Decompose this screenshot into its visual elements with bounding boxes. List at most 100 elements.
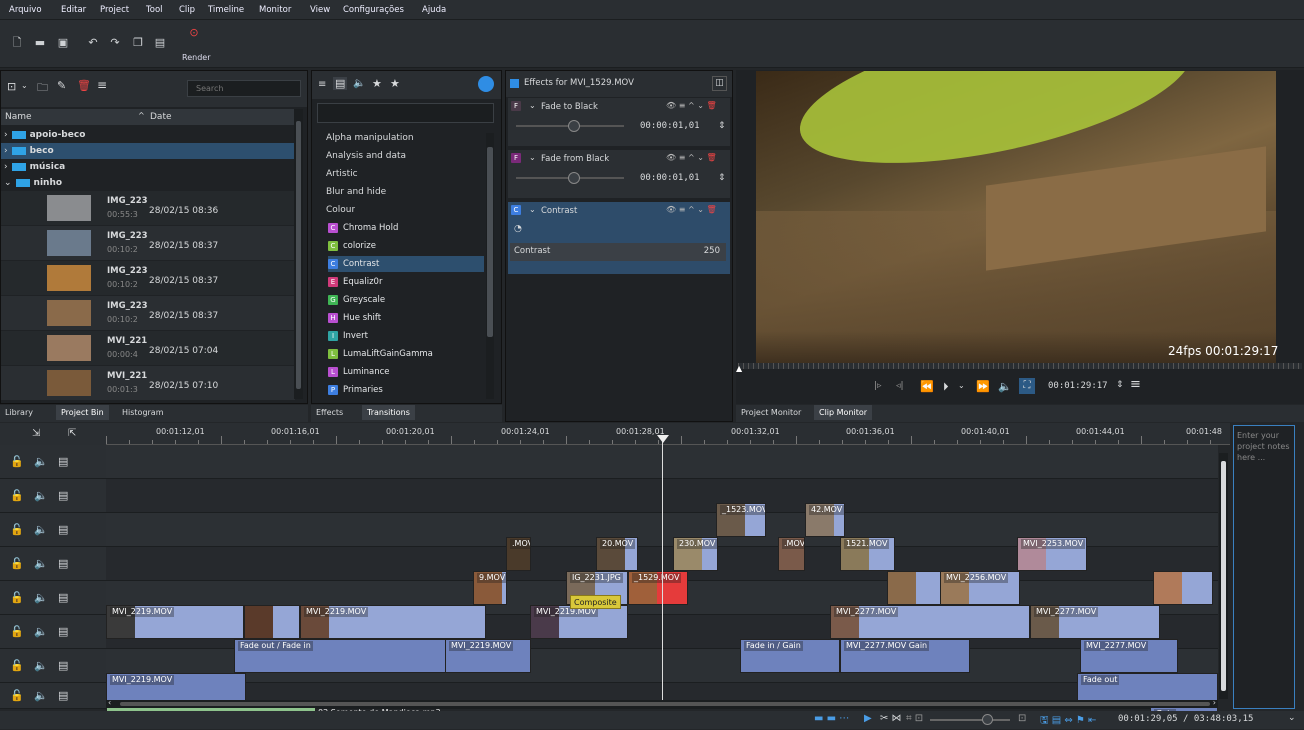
render-button[interactable]: Render (182, 53, 210, 62)
monitor-video[interactable] (756, 71, 1276, 365)
chevron-down-icon[interactable]: ⌄ (21, 81, 28, 90)
effect-actions-icon[interactable]: 👁 ≡ ^ ⌄ 🗑 (666, 101, 717, 110)
timeline-clip[interactable]: 42.MOV (805, 503, 845, 537)
bin-scrollbar[interactable] (294, 109, 303, 399)
lock-icon[interactable]: 🔓 (10, 489, 24, 502)
scrollbar-thumb[interactable] (120, 702, 1210, 706)
spin-icon[interactable]: ⇕ (1116, 380, 1124, 390)
timeline-clip[interactable] (244, 605, 300, 639)
lock-icon[interactable]: 🔓 (10, 591, 24, 604)
timeline-clip[interactable]: MVI_2253.MOV (1017, 537, 1087, 571)
tab-project-bin[interactable]: Project Bin (56, 405, 109, 420)
timeline-clip[interactable]: MVI_2256.MOV (940, 571, 1020, 605)
timeline-clip[interactable]: 230.MOV (673, 537, 718, 571)
chevron-down-icon[interactable]: ⌄ (529, 101, 536, 110)
effect-item[interactable]: L Luminance (328, 364, 484, 380)
open-folder-icon[interactable]: ▬ (33, 36, 47, 50)
rewind-icon[interactable]: ⏪ (920, 380, 934, 393)
redo-icon[interactable]: ↷ (108, 36, 122, 50)
menu-editar[interactable]: Editar (58, 0, 89, 20)
bin-clip-row[interactable]: IMG_223 00:10:2 28/02/15 08:37 (1, 226, 295, 260)
mute-icon[interactable]: 🔈 (34, 591, 48, 604)
slider-handle[interactable] (568, 120, 580, 132)
timeline-clip[interactable]: 1521.MOV (840, 537, 895, 571)
chevron-down-icon[interactable]: ⌄ (529, 205, 536, 214)
video-icon[interactable]: ▤ (58, 523, 68, 536)
effect-item[interactable]: P Primaries (328, 382, 484, 398)
monitor-timecode[interactable]: 00:01:29:17 (1048, 381, 1108, 391)
monitor-ruler[interactable] (738, 363, 1302, 369)
zoom-handle[interactable] (982, 714, 993, 725)
mute-icon[interactable]: 🔈 (34, 523, 48, 536)
effect-duration[interactable]: 00:00:01,01 (640, 121, 700, 131)
effect-category[interactable]: Blur and hide (326, 183, 386, 201)
playhead-marker-icon[interactable] (657, 435, 669, 443)
tab-clip-monitor[interactable]: Clip Monitor (814, 405, 873, 420)
list-view-icon[interactable]: ≡ (318, 79, 326, 90)
timeline-clip[interactable]: MVI_2219.MOV (445, 639, 531, 673)
effect-actions-icon[interactable]: 👁 ≡ ^ ⌄ 🗑 (666, 205, 717, 214)
timeline-clip[interactable]: _1529.MOV (628, 571, 688, 605)
select-tool-icon[interactable]: ▶ (864, 713, 872, 724)
menu-clip[interactable]: Clip (176, 0, 198, 20)
effect-item[interactable]: Ccolorize (328, 238, 484, 254)
effect-category[interactable]: Alpha manipulation (326, 129, 414, 147)
bin-clip-row[interactable]: IMG_223 00:55:3 28/02/15 08:36 (1, 191, 295, 225)
bin-clip-row[interactable]: IMG_223 00:10:2 28/02/15 08:37 (1, 261, 295, 295)
col-name[interactable]: Name (5, 112, 32, 122)
slider-handle[interactable] (568, 172, 580, 184)
tab-transitions[interactable]: Transitions (362, 405, 415, 420)
timeline-clip[interactable]: MVI_2277.MOV (1080, 639, 1178, 673)
play-icon[interactable]: ⏵ (943, 380, 949, 394)
menu-ajuda[interactable]: Ajuda (419, 0, 449, 20)
effects-search-input[interactable] (317, 103, 494, 123)
chevron-down-icon[interactable]: ⌄ (958, 381, 965, 390)
mute-icon[interactable]: 🔈 (34, 659, 48, 672)
param-value[interactable]: 250 (704, 246, 720, 256)
timeline-clip[interactable]: .MOV (778, 537, 805, 571)
bin-clip-row[interactable]: MVI_221 00:01:3 28/02/15 07:10 (1, 366, 295, 400)
keyframe-icon[interactable]: ◔ (514, 224, 522, 234)
menu-configuracoes[interactable]: Configurações (340, 0, 407, 20)
zoom-slider[interactable] (930, 719, 1010, 721)
video-icon[interactable]: ▤ (58, 591, 68, 604)
folder-icon[interactable]: 🗀 (37, 79, 48, 98)
bin-search-input[interactable] (187, 80, 301, 97)
effect-item[interactable]: H Hue shift (328, 310, 484, 326)
effect-category[interactable]: Colour (326, 201, 355, 219)
timeline-clip[interactable]: 20.MOV (596, 537, 638, 571)
effect-item[interactable]: C Chroma Hold (328, 220, 484, 236)
new-file-icon[interactable]: 🗋 (10, 36, 24, 50)
effect-category[interactable]: Analysis and data (326, 147, 406, 165)
mute-icon[interactable]: 🔈 (34, 489, 48, 502)
timeline-clip[interactable]: MVI_2219.MOV (530, 605, 628, 639)
favorites-icon[interactable]: ★ (390, 77, 400, 90)
col-date[interactable]: Date (150, 112, 172, 122)
timeline-clip[interactable]: MVI_2277.MOV (1030, 605, 1160, 639)
set-zone-out-icon[interactable]: ◃| (896, 381, 904, 391)
lock-icon[interactable]: 🔓 (10, 523, 24, 536)
folder-row-selected[interactable]: › beco (1, 143, 295, 159)
forward-icon[interactable]: ⏩ (976, 380, 990, 393)
spin-icon[interactable]: ⇕ (718, 121, 726, 131)
custom-effects-icon[interactable]: ★ (372, 77, 382, 90)
menu-icon[interactable]: ≡ (97, 78, 107, 92)
timeline-clip[interactable]: MVI_2219.MOV (106, 605, 244, 639)
tab-effects[interactable]: Effects (311, 405, 348, 420)
audio-wave-icon[interactable]: ▤ (58, 659, 68, 672)
zoom-fit-icon[interactable]: ⊡ (1018, 713, 1026, 724)
add-clip-icon[interactable]: ⊡ (7, 80, 16, 93)
timeline-clip[interactable]: .MOV (506, 537, 531, 571)
video-icon[interactable]: ▤ (58, 557, 68, 570)
timeline-hscrollbar[interactable]: ‹ › (106, 698, 1218, 708)
tab-project-monitor[interactable]: Project Monitor (736, 405, 806, 420)
bin-clip-row[interactable]: IMG_223 00:10:2 28/02/15 08:37 (1, 296, 295, 330)
snap-icon[interactable]: ⌗ ⊡ (906, 713, 923, 724)
effect-category[interactable]: Artistic (326, 165, 358, 183)
copy-icon[interactable]: ❐ (131, 36, 145, 50)
folder-row[interactable]: › apoio-beco (1, 127, 295, 143)
effect-actions-icon[interactable]: 👁 ≡ ^ ⌄ 🗑 (666, 153, 717, 162)
mute-icon[interactable]: 🔈 (34, 625, 48, 638)
bin-clip-row[interactable]: MVI_221 00:00:4 28/02/15 07:04 (1, 331, 295, 365)
volume-icon[interactable]: 🔈 (998, 380, 1012, 393)
